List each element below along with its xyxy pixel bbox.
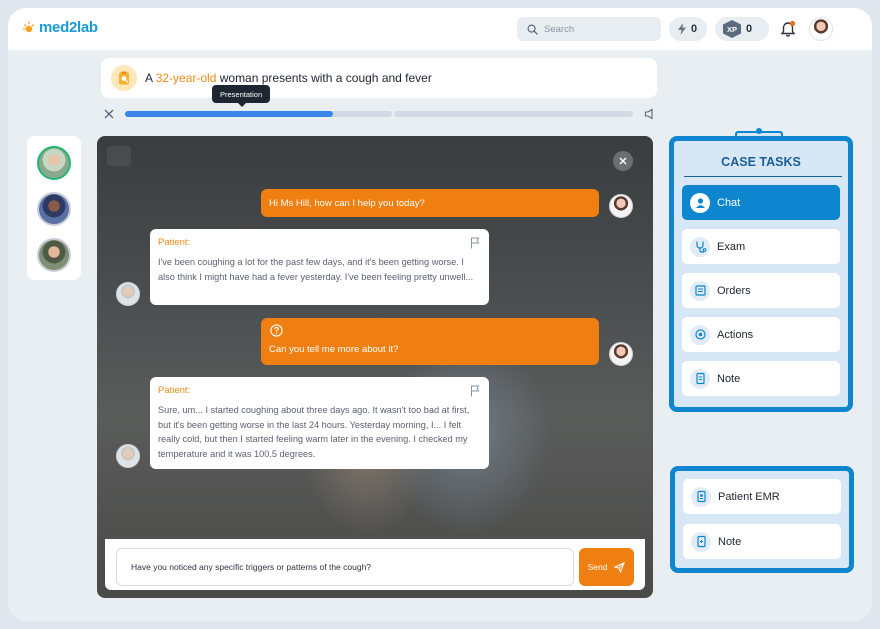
search-input[interactable]: Search <box>517 17 661 41</box>
xp-counter[interactable]: XP 0 <box>715 17 769 41</box>
character-avatar-2[interactable] <box>37 192 71 226</box>
character-panel <box>27 136 81 280</box>
patient-avatar <box>116 444 140 468</box>
doctor-message-text: Hi Ms Hill, how can I help you today? <box>269 197 425 209</box>
progress-tooltip: Presentation <box>212 85 271 107</box>
chat-input-bar: Have you noticed any specific triggers o… <box>105 539 645 590</box>
chat-icon <box>690 192 710 213</box>
logo[interactable]: med2lab <box>22 19 98 36</box>
question-circle-icon <box>270 324 283 337</box>
close-icon[interactable] <box>104 109 114 119</box>
task-orders[interactable]: Orders <box>682 273 840 308</box>
task-exam[interactable]: Exam <box>682 229 840 264</box>
patient-emr-button[interactable]: Patient EMR <box>683 479 841 514</box>
xp-badge-icon: XP <box>723 20 741 38</box>
emr-panel: Patient EMR Note <box>670 466 854 573</box>
lightning-icon <box>678 23 686 35</box>
task-chat[interactable]: Chat <box>682 185 840 220</box>
emr-icon <box>691 486 711 507</box>
logo-text: med2lab <box>39 19 98 36</box>
sun-logo-icon <box>22 20 34 32</box>
task-label: Actions <box>717 328 754 341</box>
case-tasks-title: CASE TASKS <box>721 155 801 169</box>
task-note[interactable]: Note <box>682 361 840 396</box>
user-avatar[interactable] <box>809 17 833 41</box>
doctor-message-text: Can you tell me more about it? <box>269 344 399 355</box>
actions-icon <box>690 324 710 345</box>
flag-icon[interactable] <box>470 237 480 249</box>
energy-counter[interactable]: 0 <box>669 17 707 41</box>
heart-icon[interactable] <box>107 146 131 166</box>
patient-message-text: I've been coughing a lot for the past fe… <box>158 257 474 282</box>
task-label: Note <box>718 535 742 548</box>
close-icon <box>619 157 627 165</box>
divider <box>684 176 842 177</box>
progress-bar-presentation[interactable] <box>125 111 392 117</box>
case-tasks-panel: CASE TASKS Chat Exam Orders Actions Note <box>669 136 853 412</box>
case-suffix: woman presents with a cough and fever <box>216 71 432 85</box>
note-icon <box>690 368 710 389</box>
top-bar: med2lab Search 0 XP 0 <box>8 8 872 50</box>
character-avatar-3[interactable] <box>37 238 71 272</box>
note-button[interactable]: Note <box>683 524 841 559</box>
energy-count: 0 <box>691 23 698 35</box>
case-clipboard-icon <box>111 65 137 91</box>
send-button[interactable]: Send <box>579 548 634 586</box>
doctor-message: Can you tell me more about it? <box>261 318 599 365</box>
task-actions[interactable]: Actions <box>682 317 840 352</box>
task-label: Orders <box>717 284 751 297</box>
speaker-icon[interactable] <box>644 108 656 120</box>
patient-message-text: Sure, um... I started coughing about thr… <box>158 405 470 459</box>
patient-avatar <box>116 282 140 306</box>
app-frame: med2lab Search 0 XP 0 A 32-year-old woma… <box>8 8 872 621</box>
task-label: Chat <box>717 196 741 209</box>
task-label: Exam <box>717 240 746 253</box>
flag-icon[interactable] <box>470 385 480 397</box>
send-label: Send <box>587 562 608 572</box>
bell-icon[interactable] <box>780 20 796 38</box>
doctor-avatar <box>609 342 633 366</box>
progress-fill <box>125 111 334 117</box>
xp-count: 0 <box>746 23 753 35</box>
orders-icon <box>690 280 710 301</box>
send-icon <box>614 561 626 573</box>
case-prefix: A <box>145 71 156 85</box>
search-icon <box>527 24 538 35</box>
doctor-message: Hi Ms Hill, how can I help you today? <box>261 189 599 217</box>
character-avatar-patient[interactable] <box>37 146 71 180</box>
patient-label: Patient: <box>158 385 191 396</box>
task-label: Patient EMR <box>718 490 780 503</box>
note-icon <box>691 531 711 552</box>
patient-message: Patient: I've been coughing a lot for th… <box>150 229 489 305</box>
stethoscope-icon <box>690 236 710 257</box>
task-label: Note <box>717 372 741 385</box>
case-description: A 32-year-old woman presents with a coug… <box>145 71 432 85</box>
chat-input[interactable]: Have you noticed any specific triggers o… <box>116 548 574 586</box>
close-chat-button[interactable] <box>613 151 633 171</box>
patient-label: Patient: <box>158 237 191 248</box>
progress-bar-remaining[interactable] <box>394 111 633 117</box>
search-placeholder: Search <box>544 23 575 35</box>
case-age: 32-year-old <box>155 71 217 85</box>
patient-message: Patient: Sure, um... I started coughing … <box>150 377 489 469</box>
case-header: A 32-year-old woman presents with a coug… <box>101 58 657 98</box>
doctor-avatar <box>609 194 633 218</box>
chat-panel: Hi Ms Hill, how can I help you today? Pa… <box>97 136 653 598</box>
